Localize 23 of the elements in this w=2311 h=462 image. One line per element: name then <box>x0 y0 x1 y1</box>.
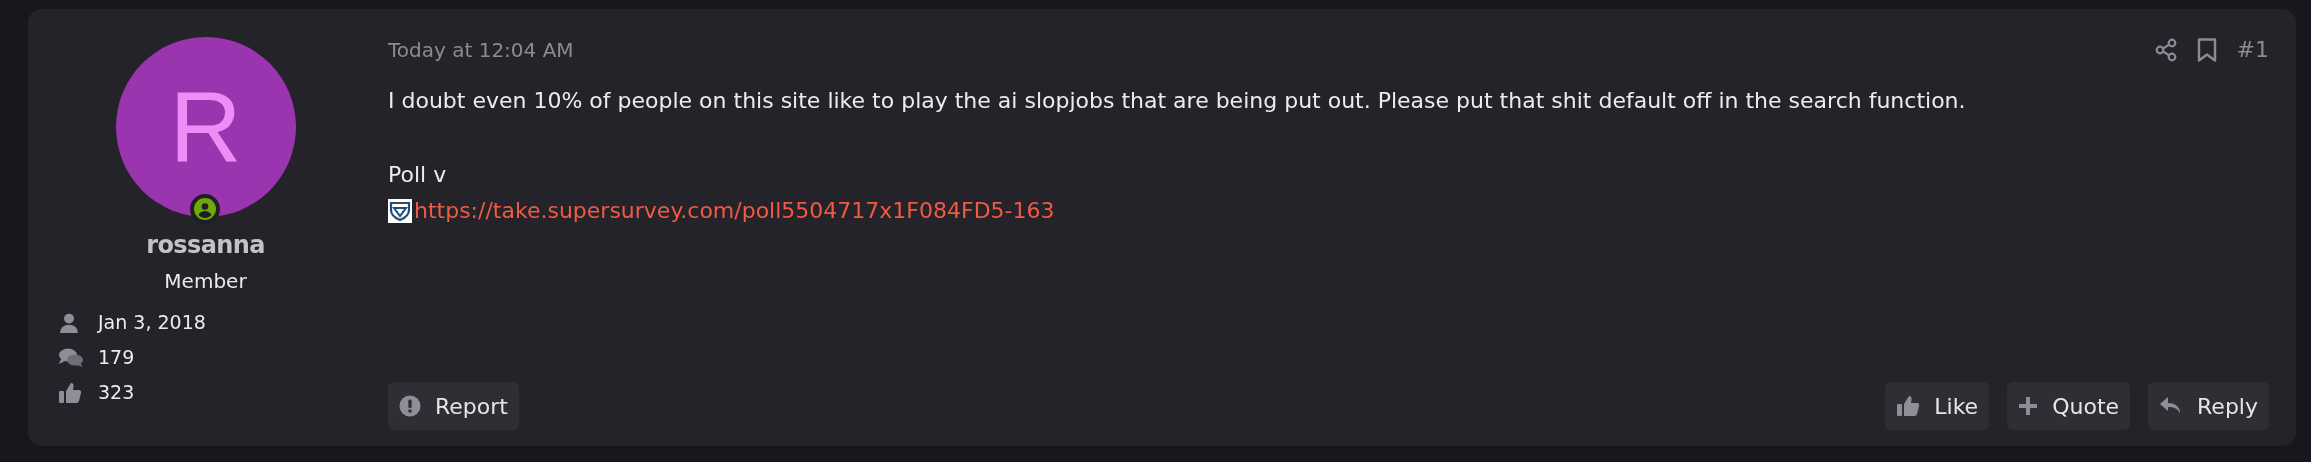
survey-link[interactable]: https://take.supersurvey.com/poll5504717x1F084FD5-163 <box>414 194 1055 227</box>
user-title: Member <box>164 268 247 295</box>
username[interactable]: rossanna <box>146 227 265 263</box>
speech-bubbles-icon <box>58 346 84 369</box>
like-button[interactable]: Like <box>1885 382 1990 430</box>
shield-logo-icon <box>388 198 412 223</box>
bookmark-icon[interactable] <box>2196 37 2217 62</box>
plus-icon <box>2018 396 2039 416</box>
thumbs-up-icon <box>58 380 82 405</box>
user-stat-text: 179 <box>98 345 135 371</box>
user-stat-text: 323 <box>98 380 135 406</box>
post-timestamp[interactable]: Today at 12:04 AM <box>388 34 574 65</box>
user-stat-text: Jan 3, 2018 <box>98 310 206 336</box>
reply-button[interactable]: Reply <box>2148 382 2269 430</box>
quote-button[interactable]: Quote <box>2007 382 2131 430</box>
poll-label: Poll v <box>388 161 447 189</box>
post-number-link[interactable]: #1 <box>2236 33 2269 66</box>
post-body-text: I doubt even 10% of people on this site like to play the ai slopjobs that are being put out. Please put that shit default off in the search function. <box>388 87 1967 115</box>
thumbs-up-icon <box>1896 394 1921 418</box>
exclamation-icon <box>399 395 421 417</box>
report-button[interactable]: Report <box>388 382 519 430</box>
share-icon[interactable] <box>2154 37 2177 62</box>
person-icon <box>58 311 80 334</box>
